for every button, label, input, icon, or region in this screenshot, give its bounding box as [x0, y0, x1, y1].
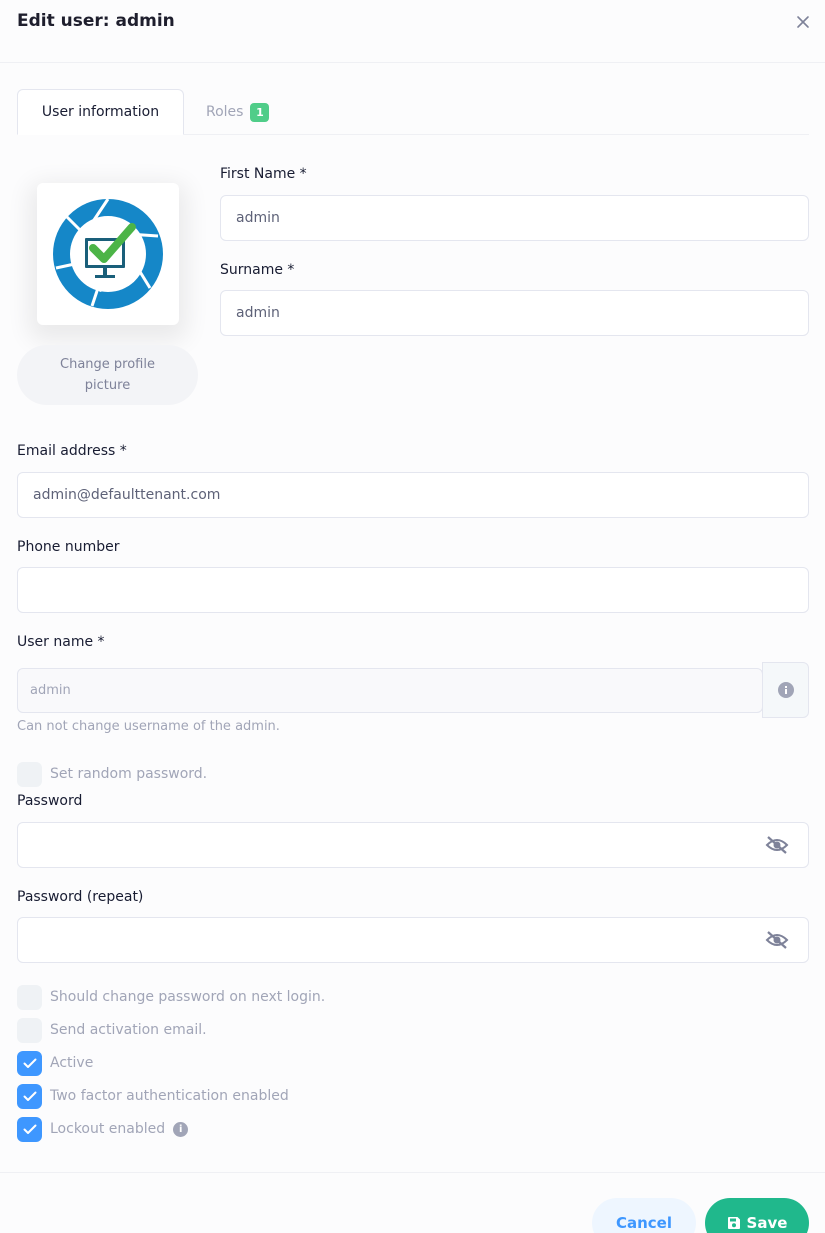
modal-footer: [0, 1172, 825, 1233]
password-repeat-input[interactable]: [17, 917, 809, 963]
change-password-next-login-row: Should change password on next login.: [17, 984, 325, 1010]
checkmark-icon: [23, 1058, 36, 1068]
lockout-label: Lockout enabled: [50, 1121, 166, 1137]
two-factor-label: Two factor authentication enabled: [50, 1088, 289, 1104]
info-icon: [777, 682, 794, 698]
lockout-row: Lockout enabled i: [17, 1116, 189, 1142]
change-password-next-login-label: Should change password on next login.: [50, 989, 326, 1005]
checkmark-icon: [23, 1124, 36, 1134]
save-icon: [727, 1217, 740, 1229]
username-info-addon[interactable]: [762, 662, 809, 718]
username-label: User name *: [17, 634, 105, 650]
first-name-input[interactable]: admin: [220, 195, 809, 241]
active-checkbox[interactable]: [17, 1050, 42, 1076]
tab-label: Roles: [206, 104, 244, 120]
password-input[interactable]: [17, 822, 809, 868]
active-label: Active: [50, 1055, 94, 1071]
username-help-text: Can not change username of the admin.: [17, 719, 280, 734]
save-label: Save: [746, 1214, 788, 1232]
username-input[interactable]: admin: [17, 668, 763, 713]
email-label: Email address *: [17, 443, 127, 459]
two-factor-checkbox[interactable]: [17, 1083, 42, 1109]
first-name-label: First Name *: [220, 166, 307, 182]
tab-user-information[interactable]: User information: [17, 89, 184, 135]
checkmark-icon: [23, 1091, 36, 1101]
send-activation-email-checkbox[interactable]: [17, 1017, 42, 1043]
info-icon[interactable]: i: [173, 1121, 189, 1137]
profile-picture-logo-icon: [53, 198, 163, 309]
surname-label: Surname *: [220, 262, 295, 278]
cancel-button[interactable]: Cancel: [592, 1198, 696, 1233]
send-activation-email-label: Send activation email.: [50, 1022, 207, 1038]
eye-slash-icon[interactable]: [765, 930, 789, 950]
two-factor-row: Two factor authentication enabled: [17, 1083, 289, 1109]
random-password-checkbox[interactable]: [17, 761, 42, 787]
modal-title: Edit user: admin: [17, 11, 175, 31]
surname-input[interactable]: admin: [220, 290, 809, 336]
password-repeat-label: Password (repeat): [17, 889, 144, 905]
close-button[interactable]: [794, 13, 812, 31]
phone-label: Phone number: [17, 539, 120, 555]
eye-slash-icon[interactable]: [765, 835, 789, 855]
change-password-next-login-checkbox[interactable]: [17, 984, 42, 1010]
roles-count-badge: 1: [250, 102, 270, 122]
lockout-checkbox[interactable]: [17, 1116, 42, 1142]
send-activation-email-row: Send activation email.: [17, 1017, 207, 1043]
save-button[interactable]: Save: [705, 1198, 809, 1233]
phone-input[interactable]: [17, 567, 809, 613]
email-input[interactable]: admin@defaulttenant.com: [17, 472, 809, 518]
tab-roles[interactable]: Roles 1: [206, 89, 270, 135]
active-row: Active: [17, 1050, 93, 1076]
close-icon: [797, 16, 809, 28]
tab-label: User information: [41, 104, 160, 120]
tab-bar: User information Roles 1: [17, 89, 809, 135]
random-password-label: Set random password.: [50, 766, 208, 782]
avatar: [37, 183, 179, 325]
password-label: Password: [17, 793, 83, 809]
change-profile-picture-button[interactable]: Change profile picture: [17, 345, 198, 405]
random-password-row: Set random password.: [17, 761, 207, 787]
modal-header: Edit user: admin: [0, 0, 825, 63]
